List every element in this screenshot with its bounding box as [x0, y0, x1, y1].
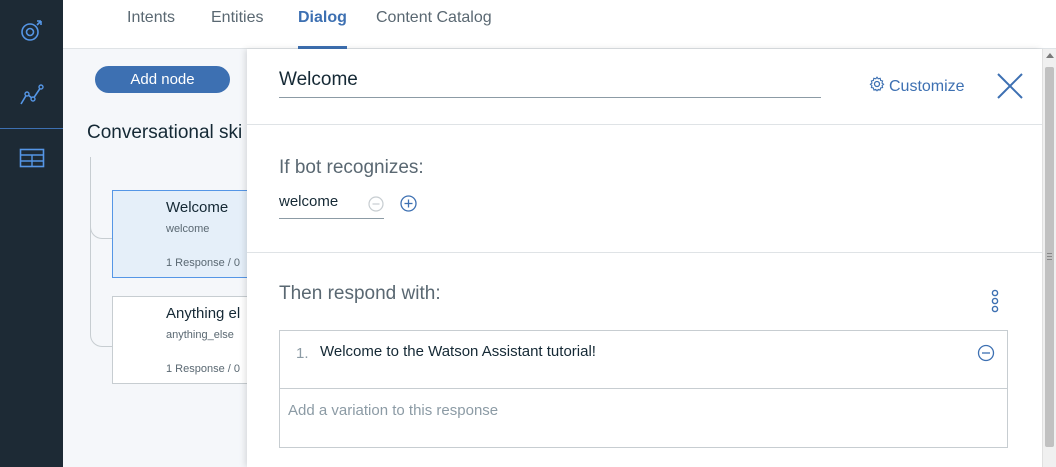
condition-field[interactable]: welcome — [279, 193, 384, 219]
node-condition: welcome — [166, 223, 210, 235]
response-box: 1. Welcome to the Watson Assistant tutor… — [279, 330, 1008, 448]
remove-condition-icon[interactable] — [368, 196, 384, 216]
node-response-count: 1 Response / 0 — [166, 363, 240, 375]
customize-label: Customize — [889, 77, 965, 95]
node-title: Welcome — [166, 199, 229, 216]
tab-dialog[interactable]: Dialog — [298, 9, 347, 49]
assistant-icon — [20, 19, 44, 48]
assistant-nav-button[interactable] — [0, 12, 63, 54]
condition-value: welcome — [279, 193, 339, 210]
gear-icon — [869, 76, 885, 97]
tab-intents[interactable]: Intents — [127, 9, 175, 49]
remove-response-icon[interactable] — [977, 344, 995, 367]
catalog-icon — [19, 148, 45, 173]
section-divider — [247, 252, 1042, 253]
left-nav-rail — [0, 0, 63, 467]
dialog-node-welcome[interactable]: Welcome welcome 1 Response / 0 — [112, 190, 262, 278]
response-options-button[interactable] — [987, 289, 1003, 315]
if-bot-recognizes-label: If bot recognizes: — [279, 157, 424, 178]
rail-divider — [0, 128, 63, 129]
analytics-nav-button[interactable] — [0, 75, 63, 119]
node-name-field[interactable]: Welcome — [279, 68, 821, 98]
response-number: 1. — [296, 345, 309, 362]
analytics-icon — [19, 83, 45, 112]
skill-title: Conversational ski — [87, 122, 243, 143]
node-response-count: 1 Response / 0 — [166, 257, 240, 269]
tab-content-catalog[interactable]: Content Catalog — [376, 9, 492, 49]
scroll-up-arrow-icon[interactable] — [1046, 53, 1054, 58]
catalog-nav-button[interactable] — [0, 140, 63, 180]
add-variation-input[interactable] — [280, 390, 1007, 447]
add-node-button[interactable]: Add node — [95, 66, 230, 93]
node-editor-panel: Welcome Customize If bot recognizes: wel… — [247, 49, 1042, 467]
panel-scrollbar[interactable] — [1042, 49, 1056, 467]
node-condition: anything_else — [166, 329, 234, 341]
section-divider — [247, 124, 1042, 125]
node-title: Anything el — [166, 305, 241, 322]
tab-entities[interactable]: Entities — [211, 9, 263, 49]
top-tab-bar: Intents Entities Dialog Content Catalog — [63, 0, 1056, 49]
close-panel-button[interactable] — [995, 71, 1025, 101]
then-respond-with-label: Then respond with: — [279, 283, 441, 304]
close-icon — [995, 73, 1025, 105]
dialog-node-anything-else[interactable]: Anything el anything_else 1 Response / 0 — [112, 296, 262, 384]
response-item[interactable]: 1. Welcome to the Watson Assistant tutor… — [280, 331, 1007, 389]
tree-connector — [90, 157, 112, 239]
more-vertical-icon — [987, 289, 1003, 319]
response-text[interactable]: Welcome to the Watson Assistant tutorial… — [320, 343, 596, 360]
add-condition-icon[interactable] — [400, 195, 417, 217]
scroll-grip-icon — [1047, 253, 1052, 260]
scroll-thumb[interactable] — [1045, 67, 1054, 447]
customize-button[interactable]: Customize — [869, 76, 965, 97]
